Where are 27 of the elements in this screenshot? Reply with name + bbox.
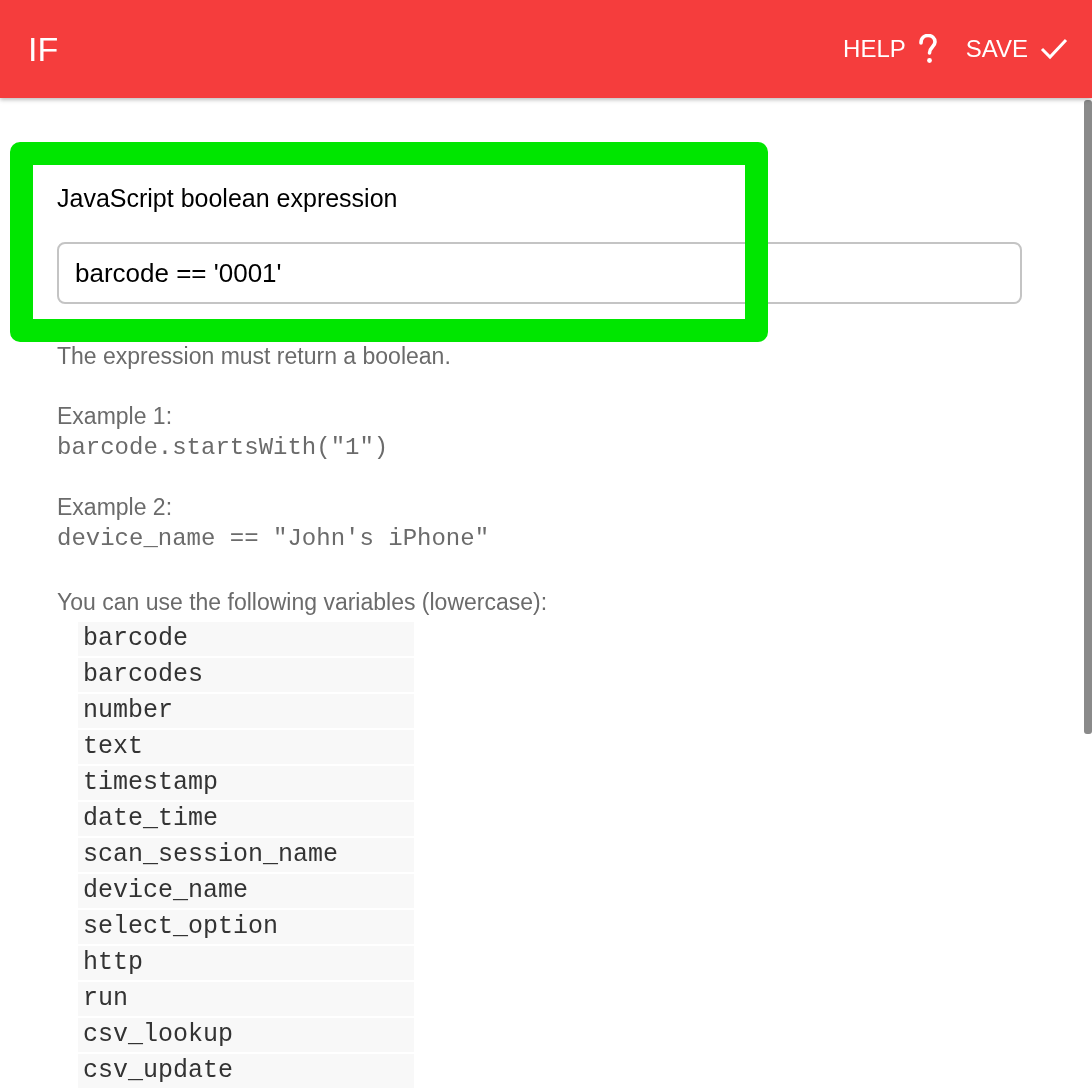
variable-name: csv_lookup — [78, 1018, 414, 1052]
header-action-button[interactable]: SAVE — [961, 25, 1072, 73]
variable-name: device_name — [78, 874, 414, 908]
check-icon — [1040, 38, 1068, 60]
variable-name: barcodes — [78, 658, 414, 692]
variable-name: run — [78, 982, 414, 1016]
variable-name: scan_session_name — [78, 838, 414, 872]
help-text: The expression must return a boolean. — [57, 342, 452, 371]
scrollbar-thumb[interactable] — [1084, 100, 1092, 734]
expression-input[interactable]: barcode == '0001' — [57, 242, 1022, 304]
variable-name: barcode — [78, 622, 414, 656]
variable-name: text — [78, 730, 414, 764]
example-code: device_name == "John's iPhone" — [57, 524, 490, 554]
variable-name: select_option — [78, 910, 414, 944]
variable-name: date_time — [78, 802, 414, 836]
example-code: barcode.startsWith("1") — [57, 433, 389, 463]
example-label: Example 2: — [57, 493, 173, 522]
variable-name: number — [78, 694, 414, 728]
help-icon — [917, 34, 938, 64]
variable-name: timestamp — [78, 766, 414, 800]
field-label: JavaScript boolean expression — [57, 183, 399, 214]
example-label: Example 1: — [57, 402, 173, 431]
page-title: IF — [28, 28, 59, 70]
header-action-button[interactable]: HELP — [839, 25, 942, 73]
variables-intro: You can use the following variables (lowercase): — [57, 588, 548, 617]
variable-name: http — [78, 946, 414, 980]
variable-name: csv_update — [78, 1054, 414, 1088]
